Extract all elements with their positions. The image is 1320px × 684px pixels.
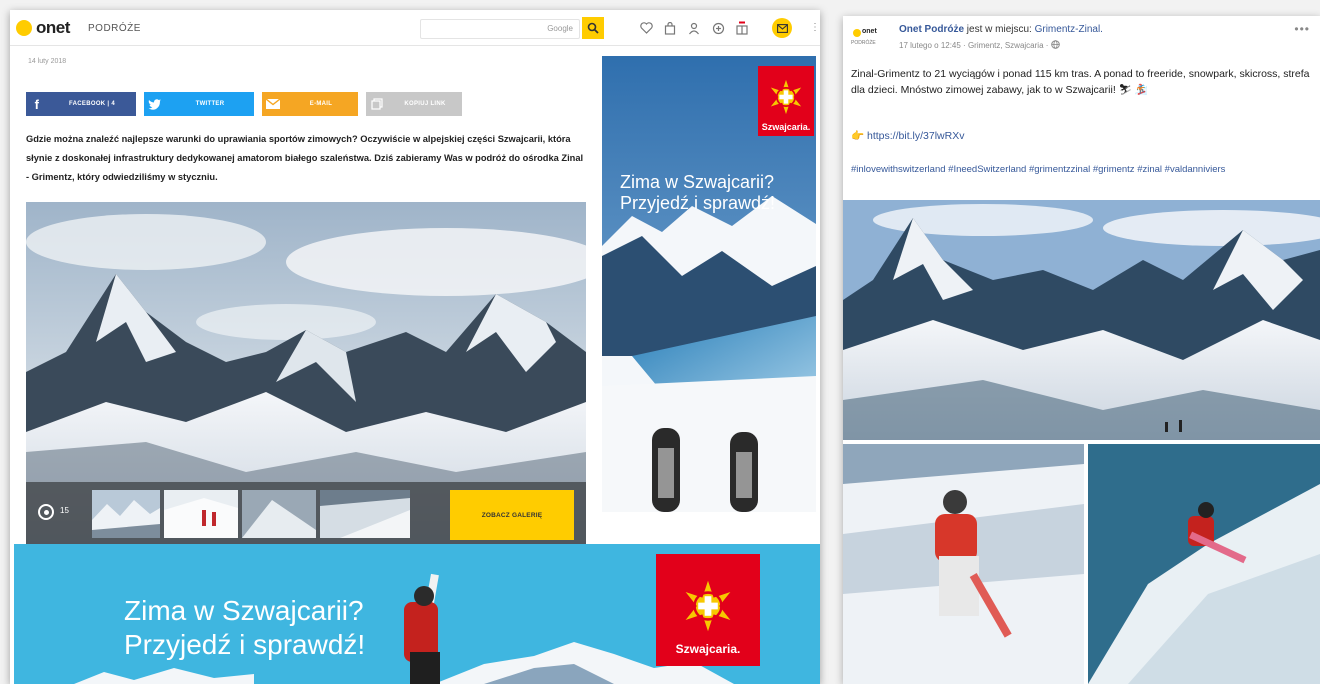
ad-headline-line2: Przyjedź i sprawdź!	[124, 629, 366, 660]
share-facebook-button[interactable]: f FACEBOOK | 4	[26, 92, 136, 116]
facebook-icon: f	[34, 96, 40, 112]
copy-link-label: KOPIUJ LINK	[404, 101, 446, 107]
swiss-badge: Szwajcaria.	[758, 66, 814, 136]
post-body: Zinal-Grimentz to 21 wyciągów i ponad 11…	[851, 68, 1310, 96]
avatar-logo-sub: PODRÓŻE	[851, 40, 876, 46]
post-options-icon[interactable]: •••	[1294, 22, 1310, 36]
share-twitter-button[interactable]: TWITTER	[144, 92, 254, 116]
gallery-thumbnail[interactable]	[320, 490, 410, 538]
gallery-thumbnail[interactable]	[92, 490, 160, 538]
page-name-link[interactable]: Onet Podróże	[899, 24, 964, 35]
page-avatar[interactable]: onet PODRÓŻE	[851, 24, 879, 50]
pointing-hand-icon: 👉	[851, 130, 865, 142]
post-meta-text[interactable]: 17 lutego o 12:45 · Grimentz, Szwajcaria…	[899, 41, 1048, 50]
ad-brand-label: Szwajcaria.	[761, 122, 811, 132]
article-date: 14 luty 2018	[28, 58, 67, 65]
ad-headline-line1: Zima w Szwajcarii?	[620, 172, 775, 192]
email-icon	[262, 92, 284, 116]
onet-logo-dot	[853, 29, 861, 37]
search-input[interactable]: Google	[420, 19, 580, 39]
copy-icon	[366, 92, 388, 116]
swiss-badge: Szwajcaria.	[656, 554, 760, 666]
gallery-thumbnail[interactable]	[242, 490, 316, 538]
skier-photo	[843, 444, 1084, 684]
heart-icon[interactable]	[638, 20, 654, 36]
swiss-star-icon	[767, 78, 805, 116]
mail-icon[interactable]	[772, 18, 792, 38]
post-meta: 17 lutego o 12:45 · Grimentz, Szwajcaria…	[899, 40, 1060, 50]
bag-icon[interactable]	[662, 20, 678, 36]
share-email-label: E-MAIL	[309, 101, 333, 107]
share-bar: f FACEBOOK | 4 TWITTER E-MAIL KOPIUJ LIN…	[26, 92, 462, 116]
onet-logo-dot	[16, 20, 32, 36]
post-photo-freerider[interactable]	[1088, 444, 1320, 684]
ad-headline: Zima w Szwajcarii? Przyjedź i sprawdź!	[620, 172, 775, 214]
user-icon[interactable]	[686, 20, 702, 36]
onet-logo[interactable]: onet	[36, 18, 70, 38]
mountain-photo	[843, 200, 1320, 440]
header-middle-text: jest w miejscu:	[966, 24, 1032, 35]
bottom-ad-banner[interactable]: Szwajcaria. Zima w Szwajcarii? Przyjedź …	[14, 544, 820, 684]
section-label[interactable]: PODRÓŻE	[88, 23, 141, 34]
post-hashtags[interactable]: #inlovewithswitzerland #IneedSwitzerland…	[851, 162, 1311, 178]
view-gallery-button[interactable]: ZOBACZ GALERIĘ	[450, 490, 574, 540]
ad-headline: Zima w Szwajcarii? Przyjedź i sprawdź!	[124, 594, 365, 662]
share-twitter-label: TWITTER	[195, 101, 225, 107]
search-provider-label: Google	[547, 24, 573, 33]
gallery-thumbnail[interactable]	[164, 490, 238, 538]
post-link[interactable]: 👉 https://bit.ly/37lwRXv	[851, 129, 964, 142]
freerider-photo	[1088, 444, 1320, 684]
ad-headline-line1: Zima w Szwajcarii?	[124, 595, 364, 626]
header-icons	[638, 20, 750, 36]
globe-icon	[1050, 40, 1060, 49]
copy-link-button[interactable]: KOPIUJ LINK	[366, 92, 462, 116]
camera-icon	[38, 504, 54, 520]
avatar-logo-text: onet	[862, 28, 877, 35]
twitter-icon	[144, 92, 166, 116]
search-button[interactable]	[582, 17, 604, 39]
more-icon[interactable]: ⋮	[810, 22, 820, 33]
article-lead: Gdzie można znaleźć najlepsze warunki do…	[26, 134, 584, 182]
plus-circle-icon[interactable]	[710, 20, 726, 36]
post-photo-skier[interactable]	[843, 444, 1084, 684]
article-hero-image[interactable]: 15 ZOBACZ GALERIĘ	[26, 202, 586, 544]
facebook-post-panel: onet PODRÓŻE Onet Podróże jest w miejscu…	[843, 16, 1320, 684]
gift-icon[interactable]	[734, 20, 750, 36]
screenshot-collage: onet PODRÓŻE Google ⋮ 14 luty 2018 f FAC…	[0, 0, 1320, 684]
gallery-strip: 15 ZOBACZ GALERIĘ	[26, 482, 586, 544]
location-link[interactable]: Grimentz-Zinal.	[1035, 24, 1103, 35]
ad-brand-label: Szwajcaria.	[675, 642, 741, 656]
search-icon	[587, 22, 599, 34]
ad-headline-line2: Przyjedź i sprawdź!	[620, 193, 776, 213]
post-link-text[interactable]: https://bit.ly/37lwRXv	[867, 130, 964, 142]
share-email-button[interactable]: E-MAIL	[262, 92, 358, 116]
post-photo-main[interactable]	[843, 200, 1320, 440]
share-facebook-label: FACEBOOK | 4	[69, 101, 115, 107]
photo-count: 15	[60, 506, 69, 515]
swiss-star-icon	[680, 578, 736, 634]
post-header: Onet Podróże jest w miejscu: Grimentz-Zi…	[899, 24, 1103, 35]
onet-article-panel: onet PODRÓŻE Google ⋮ 14 luty 2018 f FAC…	[10, 10, 820, 684]
onet-header: onet PODRÓŻE Google ⋮	[10, 10, 820, 46]
side-ad-banner[interactable]: Szwajcaria. Zima w Szwajcarii? Przyjedź …	[602, 56, 816, 512]
